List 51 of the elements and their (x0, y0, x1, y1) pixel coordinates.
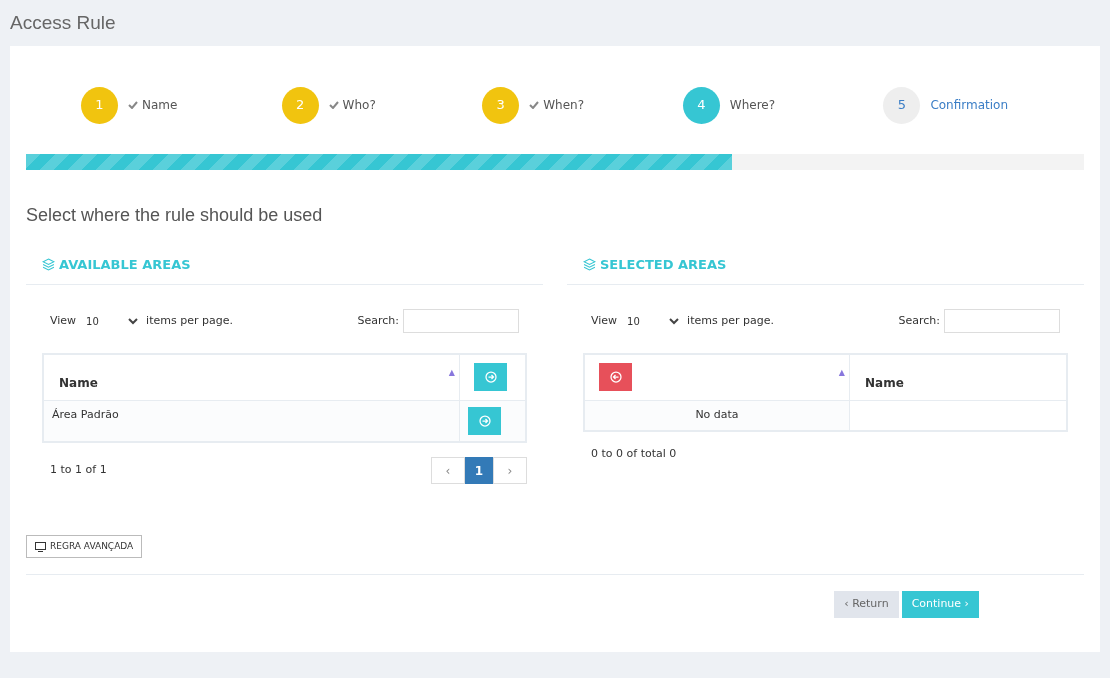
sort-arrow-icon[interactable]: ▲ (838, 367, 845, 379)
table-cell-text: Área Padrão (51, 407, 120, 423)
search-label: Search: (357, 312, 399, 329)
search-field[interactable] (944, 309, 1060, 333)
step-label: Where? (729, 97, 776, 114)
step-label: Who? (342, 97, 376, 114)
check-icon (328, 101, 339, 109)
advanced-rule-button[interactable]: REGRA AVANÇADA (26, 535, 143, 558)
add-button[interactable] (468, 407, 501, 435)
per-page-select[interactable]: 10 (86, 313, 143, 329)
per-page-label: items per page. (687, 312, 774, 329)
step-number: 5 (883, 86, 921, 124)
monitor-icon (35, 541, 46, 552)
check-icon (128, 101, 138, 109)
search-field[interactable] (403, 309, 519, 333)
sort-arrow-icon[interactable]: ▲ (448, 367, 455, 379)
arrow-left-circle-icon (609, 371, 622, 383)
step-label: When? (543, 97, 584, 114)
page-button[interactable]: › (493, 457, 527, 484)
arrow-right-circle-icon (484, 371, 497, 383)
step-number: 4 (682, 86, 720, 124)
page-button[interactable]: 1 (465, 457, 493, 484)
layers-icon (42, 258, 55, 271)
table-summary: 1 to 1 of 1 (49, 462, 107, 479)
layers-icon (583, 258, 596, 271)
column-header[interactable]: Name (865, 374, 904, 392)
page-title: Access Rule (9, 10, 117, 35)
step-number: 2 (281, 86, 319, 124)
table-summary: 0 to 0 of total 0 (590, 446, 677, 462)
chevron-down-icon (669, 317, 680, 325)
remove-button[interactable] (599, 363, 632, 391)
step-label: Confirmation (930, 97, 1008, 114)
step-number: 1 (81, 86, 118, 124)
arrow-right-circle-icon (478, 415, 491, 427)
step-label: Name (142, 97, 178, 114)
per-page-label: items per page. (146, 312, 233, 329)
view-label: View (50, 312, 77, 329)
add-button[interactable] (474, 363, 507, 391)
search-label: Search: (898, 312, 940, 329)
chevron-down-icon (128, 317, 139, 325)
panel-title: AVAILABLE AREAS (59, 255, 191, 274)
page-button[interactable]: ‹ (431, 457, 465, 484)
step-number: 3 (482, 86, 520, 124)
empty-message: No data (585, 401, 850, 430)
check-icon (529, 101, 540, 109)
per-page-select[interactable]: 10 (627, 313, 684, 329)
view-label: View (591, 312, 618, 329)
panel-title: SELECTED AREAS (600, 255, 727, 274)
return-button[interactable]: ‹ Return (834, 591, 899, 618)
section-heading: Select where the rule should be used (26, 204, 324, 227)
column-header[interactable]: Name (59, 374, 98, 392)
